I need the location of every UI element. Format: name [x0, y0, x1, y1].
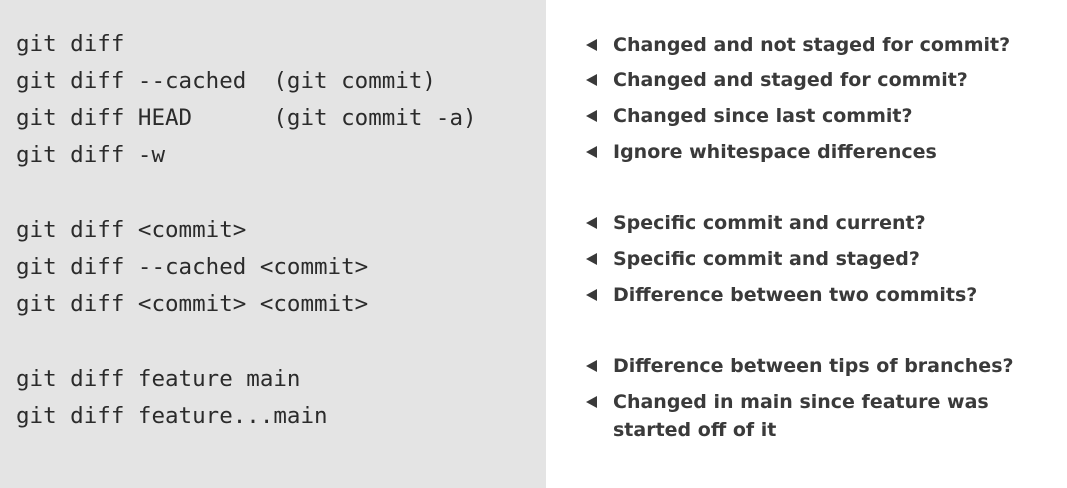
command-line-git-diff-feature-main: git diff feature main	[16, 366, 301, 392]
description-text: Difference between two commits?	[613, 284, 978, 306]
description-text: Difference between tips of branches?	[613, 355, 1014, 377]
triangle-left-icon	[586, 253, 597, 265]
triangle-left-icon	[586, 217, 597, 229]
description-text: Specific commit and staged?	[613, 248, 920, 270]
command-line-git-diff-feature-triple-dot-main: git diff feature...main	[16, 403, 328, 429]
triangle-left-icon	[586, 39, 597, 51]
command-line-git-diff-cached: git diff --cached (git commit)	[16, 68, 436, 94]
triangle-left-icon	[586, 289, 597, 301]
description-text: Specific commit and current?	[613, 212, 926, 234]
command-line-git-diff-commit-commit: git diff <commit> <commit>	[16, 291, 369, 317]
command-line-git-diff: git diff	[16, 31, 125, 57]
description-text: Changed since last commit?	[613, 105, 913, 127]
command-line-git-diff-cached-commit: git diff --cached <commit>	[16, 254, 369, 280]
description-text: Changed and staged for commit?	[613, 69, 968, 91]
triangle-left-icon	[586, 360, 597, 372]
triangle-left-icon	[586, 396, 597, 408]
description-text: Changed in main since feature was starte…	[613, 391, 989, 441]
command-line-git-diff-commit: git diff <commit>	[16, 217, 247, 243]
description-text: Ignore whitespace differences	[613, 141, 937, 163]
description-text: Changed and not staged for commit?	[613, 34, 1011, 56]
triangle-left-icon	[586, 110, 597, 122]
command-line-git-diff-w: git diff -w	[16, 142, 166, 168]
triangle-left-icon	[586, 146, 597, 158]
command-line-git-diff-head: git diff HEAD (git commit -a)	[16, 105, 477, 131]
triangle-left-icon	[586, 74, 597, 86]
